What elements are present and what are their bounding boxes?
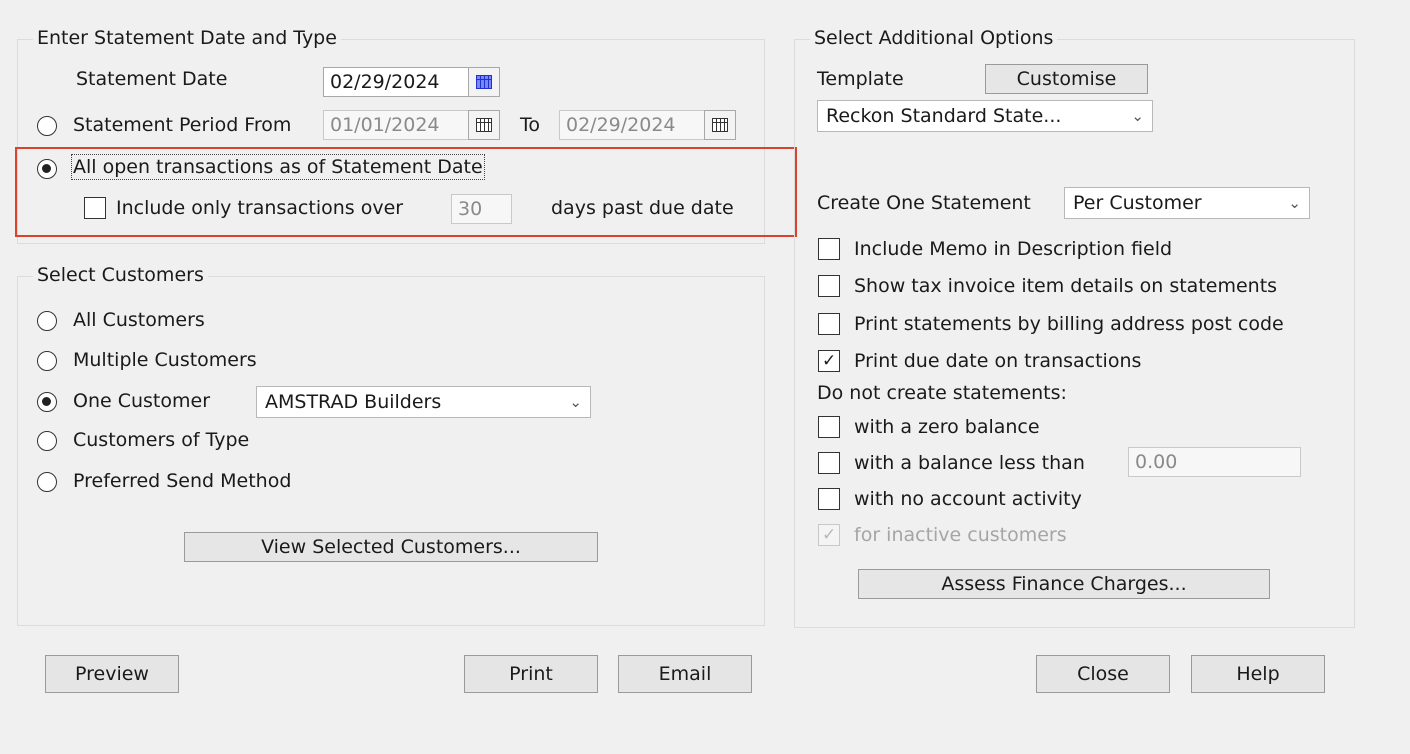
- statement-date-type-title: Enter Statement Date and Type: [33, 27, 341, 49]
- one-customer-value: AMSTRAD Builders: [265, 391, 442, 413]
- print-due-date-label: Print due date on transactions: [854, 350, 1142, 372]
- one-customer-radio[interactable]: [37, 392, 57, 412]
- no-account-activity-label: with no account activity: [854, 488, 1082, 510]
- balance-less-than-label: with a balance less than: [854, 452, 1085, 474]
- zero-balance-label: with a zero balance: [854, 416, 1040, 438]
- customise-button[interactable]: Customise: [985, 64, 1148, 94]
- one-customer-dropdown[interactable]: AMSTRAD Builders ⌄: [256, 386, 591, 418]
- select-customers-title: Select Customers: [33, 264, 208, 286]
- highlight-box: [15, 147, 797, 237]
- no-account-activity-checkbox[interactable]: [818, 488, 840, 510]
- balance-less-than-checkbox[interactable]: [818, 452, 840, 474]
- show-tax-invoice-label: Show tax invoice item details on stateme…: [854, 275, 1278, 297]
- all-customers-radio[interactable]: [37, 311, 57, 331]
- template-label: Template: [817, 68, 904, 90]
- statement-period-label: Statement Period From: [73, 114, 292, 136]
- checkmark-icon: ✓: [822, 525, 837, 545]
- preferred-send-method-radio[interactable]: [37, 472, 57, 492]
- customers-of-type-label: Customers of Type: [73, 429, 250, 451]
- statement-date-label: Statement Date: [76, 68, 228, 90]
- print-by-postcode-checkbox[interactable]: [818, 313, 840, 335]
- statement-date-calendar-button[interactable]: [468, 67, 500, 97]
- show-tax-invoice-checkbox[interactable]: [818, 275, 840, 297]
- statement-period-radio[interactable]: [37, 116, 57, 136]
- period-to-field[interactable]: 02/29/2024: [559, 110, 705, 140]
- close-button[interactable]: Close: [1036, 655, 1170, 693]
- view-selected-customers-button[interactable]: View Selected Customers...: [184, 532, 598, 562]
- assess-finance-charges-button[interactable]: Assess Finance Charges...: [858, 569, 1270, 599]
- preferred-send-method-label: Preferred Send Method: [73, 470, 292, 492]
- email-button[interactable]: Email: [618, 655, 752, 693]
- chevron-down-icon: ⌄: [569, 393, 582, 411]
- all-customers-label: All Customers: [73, 309, 205, 331]
- template-dropdown[interactable]: Reckon Standard State... ⌄: [817, 100, 1153, 132]
- include-memo-checkbox[interactable]: [818, 238, 840, 260]
- inactive-customers-checkbox[interactable]: ✓: [818, 524, 840, 546]
- calendar-icon: [476, 118, 492, 132]
- multiple-customers-radio[interactable]: [37, 351, 57, 371]
- preview-button[interactable]: Preview: [45, 655, 179, 693]
- print-button[interactable]: Print: [464, 655, 598, 693]
- calendar-icon: [712, 118, 728, 132]
- help-button[interactable]: Help: [1191, 655, 1325, 693]
- create-one-statement-dropdown[interactable]: Per Customer ⌄: [1064, 187, 1310, 219]
- balance-threshold-field[interactable]: 0.00: [1128, 447, 1301, 477]
- checkmark-icon: ✓: [822, 351, 837, 371]
- include-memo-label: Include Memo in Description field: [854, 238, 1173, 260]
- do-not-create-label: Do not create statements:: [817, 382, 1067, 404]
- inactive-customers-label: for inactive customers: [854, 524, 1067, 546]
- chevron-down-icon: ⌄: [1131, 107, 1144, 125]
- zero-balance-checkbox[interactable]: [818, 416, 840, 438]
- statement-date-field[interactable]: 02/29/2024: [323, 67, 469, 97]
- one-customer-label: One Customer: [73, 390, 211, 412]
- additional-options-title: Select Additional Options: [810, 27, 1058, 49]
- print-by-postcode-label: Print statements by billing address post…: [854, 313, 1284, 335]
- create-one-statement-label: Create One Statement: [817, 192, 1031, 214]
- period-from-field[interactable]: 01/01/2024: [323, 110, 469, 140]
- create-one-statement-value: Per Customer: [1073, 192, 1202, 214]
- calendar-icon: [476, 75, 492, 89]
- period-from-calendar-button[interactable]: [468, 110, 500, 140]
- customers-of-type-radio[interactable]: [37, 431, 57, 451]
- chevron-down-icon: ⌄: [1288, 194, 1301, 212]
- to-label: To: [520, 114, 541, 136]
- print-due-date-checkbox[interactable]: ✓: [818, 350, 840, 372]
- multiple-customers-label: Multiple Customers: [73, 349, 257, 371]
- period-to-calendar-button[interactable]: [704, 110, 736, 140]
- template-value: Reckon Standard State...: [826, 105, 1062, 127]
